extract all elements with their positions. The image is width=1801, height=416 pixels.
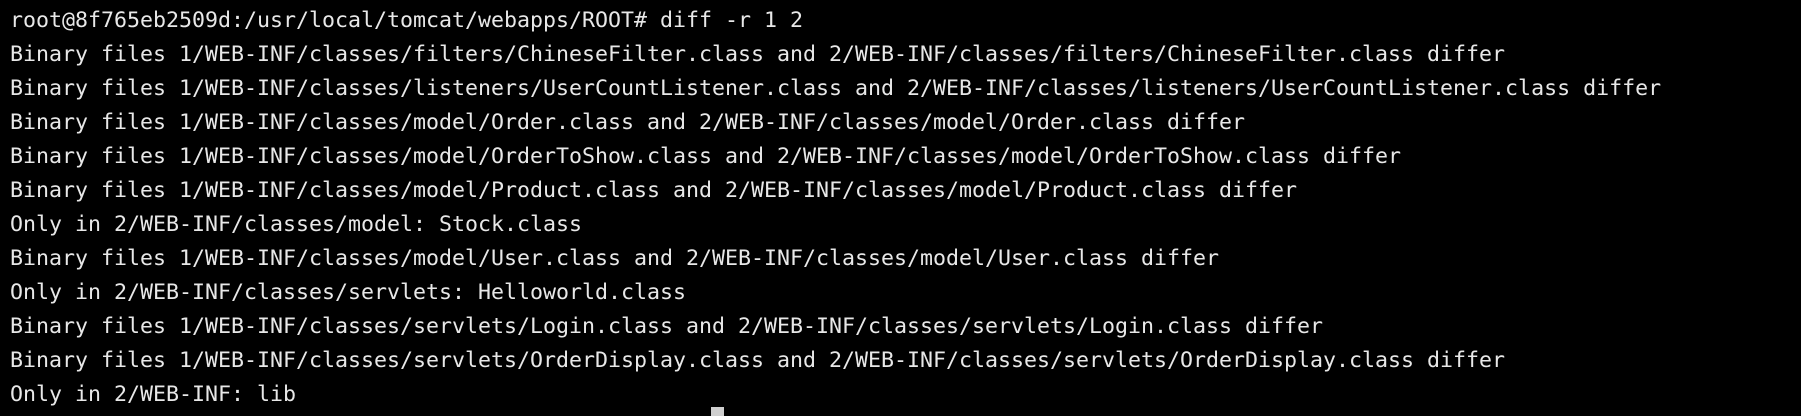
output-line: Binary files 1/WEB-INF/classes/model/Ord… [10,144,1402,169]
output-line: Binary files 1/WEB-INF/classes/listeners… [10,76,1662,101]
output-line: Only in 2/WEB-INF/classes/servlets: Hell… [10,280,687,305]
shell-prompt: root@8f765eb2509d:/usr/local/tomcat/weba… [10,8,661,33]
output-line: Binary files 1/WEB-INF/classes/model/Pro… [10,178,1298,203]
output-line: Binary files 1/WEB-INF/classes/filters/C… [10,42,1506,67]
command-text: diff -r 1 2 [660,8,804,33]
output-line: Binary files 1/WEB-INF/classes/servlets/… [10,314,1324,339]
output-line: Binary files 1/WEB-INF/classes/servlets/… [10,348,1506,373]
output-line: Only in 2/WEB-INF/classes/model: Stock.c… [10,212,583,237]
output-line: Only in 2/WEB-INF: lib [10,382,297,407]
output-line: Binary files 1/WEB-INF/classes/model/Ord… [10,110,1246,135]
output-line: Binary files 1/WEB-INF/classes/model/Use… [10,246,1220,271]
command-line: root@8f765eb2509d:/usr/local/tomcat/weba… [10,4,1801,38]
terminal-cursor [711,407,724,416]
terminal-window[interactable]: root@8f765eb2509d:/usr/local/tomcat/weba… [0,0,1801,416]
